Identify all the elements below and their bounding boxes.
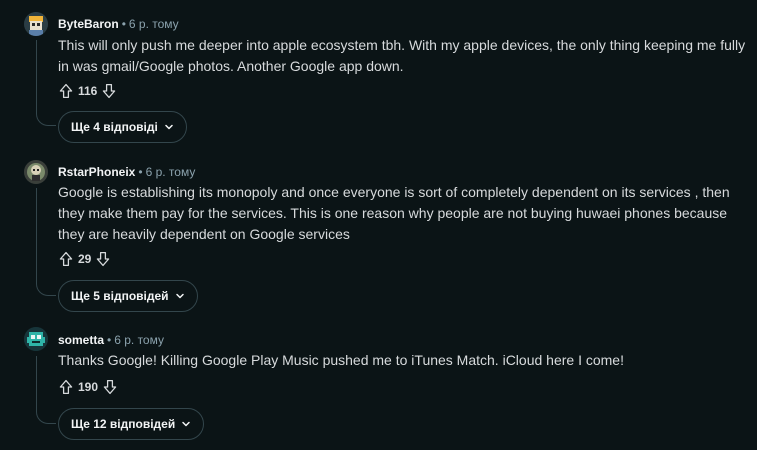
upvote-button[interactable]	[56, 81, 76, 101]
chevron-down-icon	[165, 124, 173, 130]
upvote-button[interactable]	[56, 249, 76, 269]
comment-time[interactable]: 6 р. тому	[129, 17, 179, 31]
thread-elbow	[36, 282, 56, 296]
thread-line[interactable]	[36, 40, 37, 112]
more-replies-button[interactable]: Ще 5 відповідей	[58, 280, 198, 312]
vote-controls: 116	[56, 79, 119, 103]
comment-meta: ByteBaron • 6 р. тому	[58, 16, 179, 32]
comment-body: Google is establishing its monopoly and …	[58, 184, 730, 242]
comment-body: This will only push me deeper into apple…	[58, 37, 746, 74]
meta-separator: •	[138, 165, 143, 179]
comment-time[interactable]: 6 р. тому	[114, 333, 164, 347]
thread-elbow	[36, 112, 56, 126]
downvote-button[interactable]	[99, 81, 119, 101]
meta-separator: •	[107, 333, 112, 347]
downvote-button[interactable]	[93, 249, 113, 269]
meta-separator: •	[121, 17, 126, 31]
avatar[interactable]	[24, 12, 48, 36]
chevron-down-icon	[182, 421, 190, 427]
more-replies-label: Ще 5 відповідей	[71, 289, 169, 303]
more-replies-label: Ще 12 відповідей	[71, 417, 176, 431]
vote-score: 29	[78, 252, 92, 266]
comment-time[interactable]: 6 р. тому	[146, 165, 196, 179]
upvote-arrow-icon	[59, 83, 73, 99]
thread-line[interactable]	[36, 356, 37, 410]
author-name[interactable]: RstarPhoneix	[58, 165, 135, 179]
more-replies-label: Ще 4 відповіді	[71, 120, 158, 134]
author-name[interactable]: sometta	[58, 333, 104, 347]
author-name[interactable]: ByteBaron	[58, 17, 119, 31]
comment-meta: sometta • 6 р. тому	[58, 332, 164, 348]
more-replies-button[interactable]: Ще 4 відповіді	[58, 111, 187, 143]
thread-line[interactable]	[36, 188, 37, 282]
upvote-arrow-icon	[59, 251, 73, 267]
downvote-button[interactable]	[100, 377, 120, 397]
more-replies-button[interactable]: Ще 12 відповідей	[58, 408, 205, 440]
thread-elbow	[36, 410, 56, 424]
upvote-arrow-icon	[59, 379, 73, 395]
avatar[interactable]	[24, 160, 48, 184]
vote-controls: 190	[56, 375, 120, 399]
avatar[interactable]	[24, 327, 48, 351]
upvote-button[interactable]	[56, 377, 76, 397]
downvote-arrow-icon	[97, 251, 110, 267]
chevron-down-icon	[175, 293, 184, 299]
vote-score: 116	[78, 84, 98, 98]
downvote-arrow-icon	[103, 379, 117, 395]
downvote-arrow-icon	[103, 83, 116, 99]
comment-meta: RstarPhoneix • 6 р. тому	[58, 164, 195, 180]
comment-body: Thanks Google! Killing Google Play Music…	[58, 352, 624, 368]
vote-score: 190	[78, 380, 99, 394]
vote-controls: 29	[56, 247, 113, 271]
